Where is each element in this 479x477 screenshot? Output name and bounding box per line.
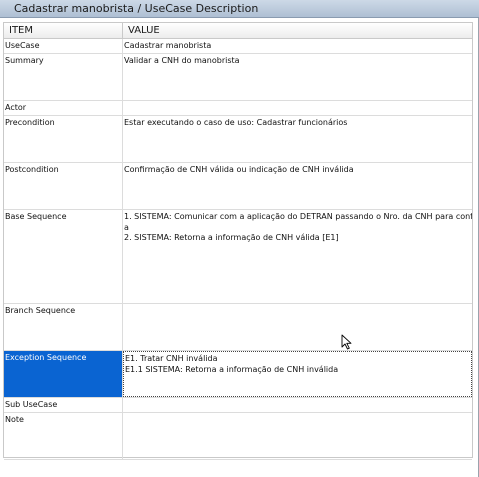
table-row-actor[interactable]: Actor xyxy=(4,101,472,116)
value-cell[interactable] xyxy=(123,304,472,350)
value-cell[interactable]: Confirmação de CNH válida ou indicação d… xyxy=(123,163,472,209)
item-cell[interactable]: Actor xyxy=(4,101,123,115)
column-header-value[interactable]: VALUE xyxy=(123,23,472,39)
value-cell[interactable] xyxy=(123,101,472,115)
item-cell[interactable]: UseCase xyxy=(4,39,123,53)
item-cell[interactable]: Precondition xyxy=(4,116,123,162)
usecase-description-table: ITEM VALUE UseCase Cadastrar manobrista Su… xyxy=(3,22,473,460)
item-cell[interactable]: Summary xyxy=(4,54,123,100)
value-cell[interactable]: Cadastrar manobrista xyxy=(123,39,472,53)
value-cell[interactable] xyxy=(123,413,472,459)
column-header-item[interactable]: ITEM xyxy=(4,23,123,39)
value-text-line: E1.1 SISTEMA: Retorna a informação de CN… xyxy=(125,364,339,374)
value-text-line: 1. SISTEMA: Comunicar com a aplicação do… xyxy=(124,212,472,221)
value-cell[interactable]: Estar executando o caso de uso: Cadastra… xyxy=(123,116,472,162)
table-row-base-sequence[interactable]: Base Sequence 1. SISTEMA: Comunicar com a… xyxy=(4,210,472,304)
value-text-line: Estar executando o caso de uso: Cadastra… xyxy=(124,118,348,127)
table-row-usecase[interactable]: UseCase Cadastrar manobrista xyxy=(4,39,472,54)
item-cell[interactable]: Branch Sequence xyxy=(4,304,123,350)
item-cell[interactable]: Note xyxy=(4,413,123,459)
item-cell[interactable]: Exception Sequence xyxy=(4,351,123,397)
window-titlebar[interactable]: Cadastrar manobrista / UseCase Descripti… xyxy=(0,0,479,18)
table-row-postcondition[interactable]: Postcondition Confirmação de CNH válida o… xyxy=(4,163,472,210)
value-text-line: E1. Tratar CNH inválida xyxy=(125,354,218,363)
item-cell[interactable]: Postcondition xyxy=(4,163,123,209)
value-cell[interactable]: Validar a CNH do manobrista xyxy=(123,54,472,100)
window-title: Cadastrar manobrista / UseCase Descripti… xyxy=(14,2,259,15)
item-cell[interactable]: Sub UseCase xyxy=(4,398,123,412)
table-row-summary[interactable]: Summary Validar a CNH do manobrista xyxy=(4,54,472,101)
value-cell[interactable] xyxy=(123,398,472,412)
table-row-exception-sequence[interactable]: Exception Sequence E1. Tratar CNH inválid… xyxy=(4,351,472,398)
value-text-line: a xyxy=(124,222,129,232)
value-text-line: Validar a CNH do manobrista xyxy=(124,56,240,65)
item-cell[interactable]: Base Sequence xyxy=(4,210,123,303)
table-row-note[interactable]: Note xyxy=(4,413,472,460)
mouse-pointer-icon xyxy=(341,334,352,350)
value-text-line: Cadastrar manobrista xyxy=(124,41,212,50)
table-row-sub-usecase[interactable]: Sub UseCase xyxy=(4,398,472,413)
value-text-line: Confirmação de CNH válida ou indicação d… xyxy=(124,165,354,174)
value-cell[interactable]: 1. SISTEMA: Comunicar com a aplicação do… xyxy=(123,210,472,303)
value-text-line: 2. SISTEMA: Retorna a informação de CNH … xyxy=(124,233,339,242)
table-row-precondition[interactable]: Precondition Estar executando o caso de u… xyxy=(4,116,472,163)
usecase-description-window: Cadastrar manobrista / UseCase Descripti… xyxy=(0,0,479,477)
value-cell[interactable]: E1. Tratar CNH inválida E1.1 SISTEMA: Ret… xyxy=(123,351,472,397)
table-row-branch-sequence[interactable]: Branch Sequence xyxy=(4,304,472,351)
